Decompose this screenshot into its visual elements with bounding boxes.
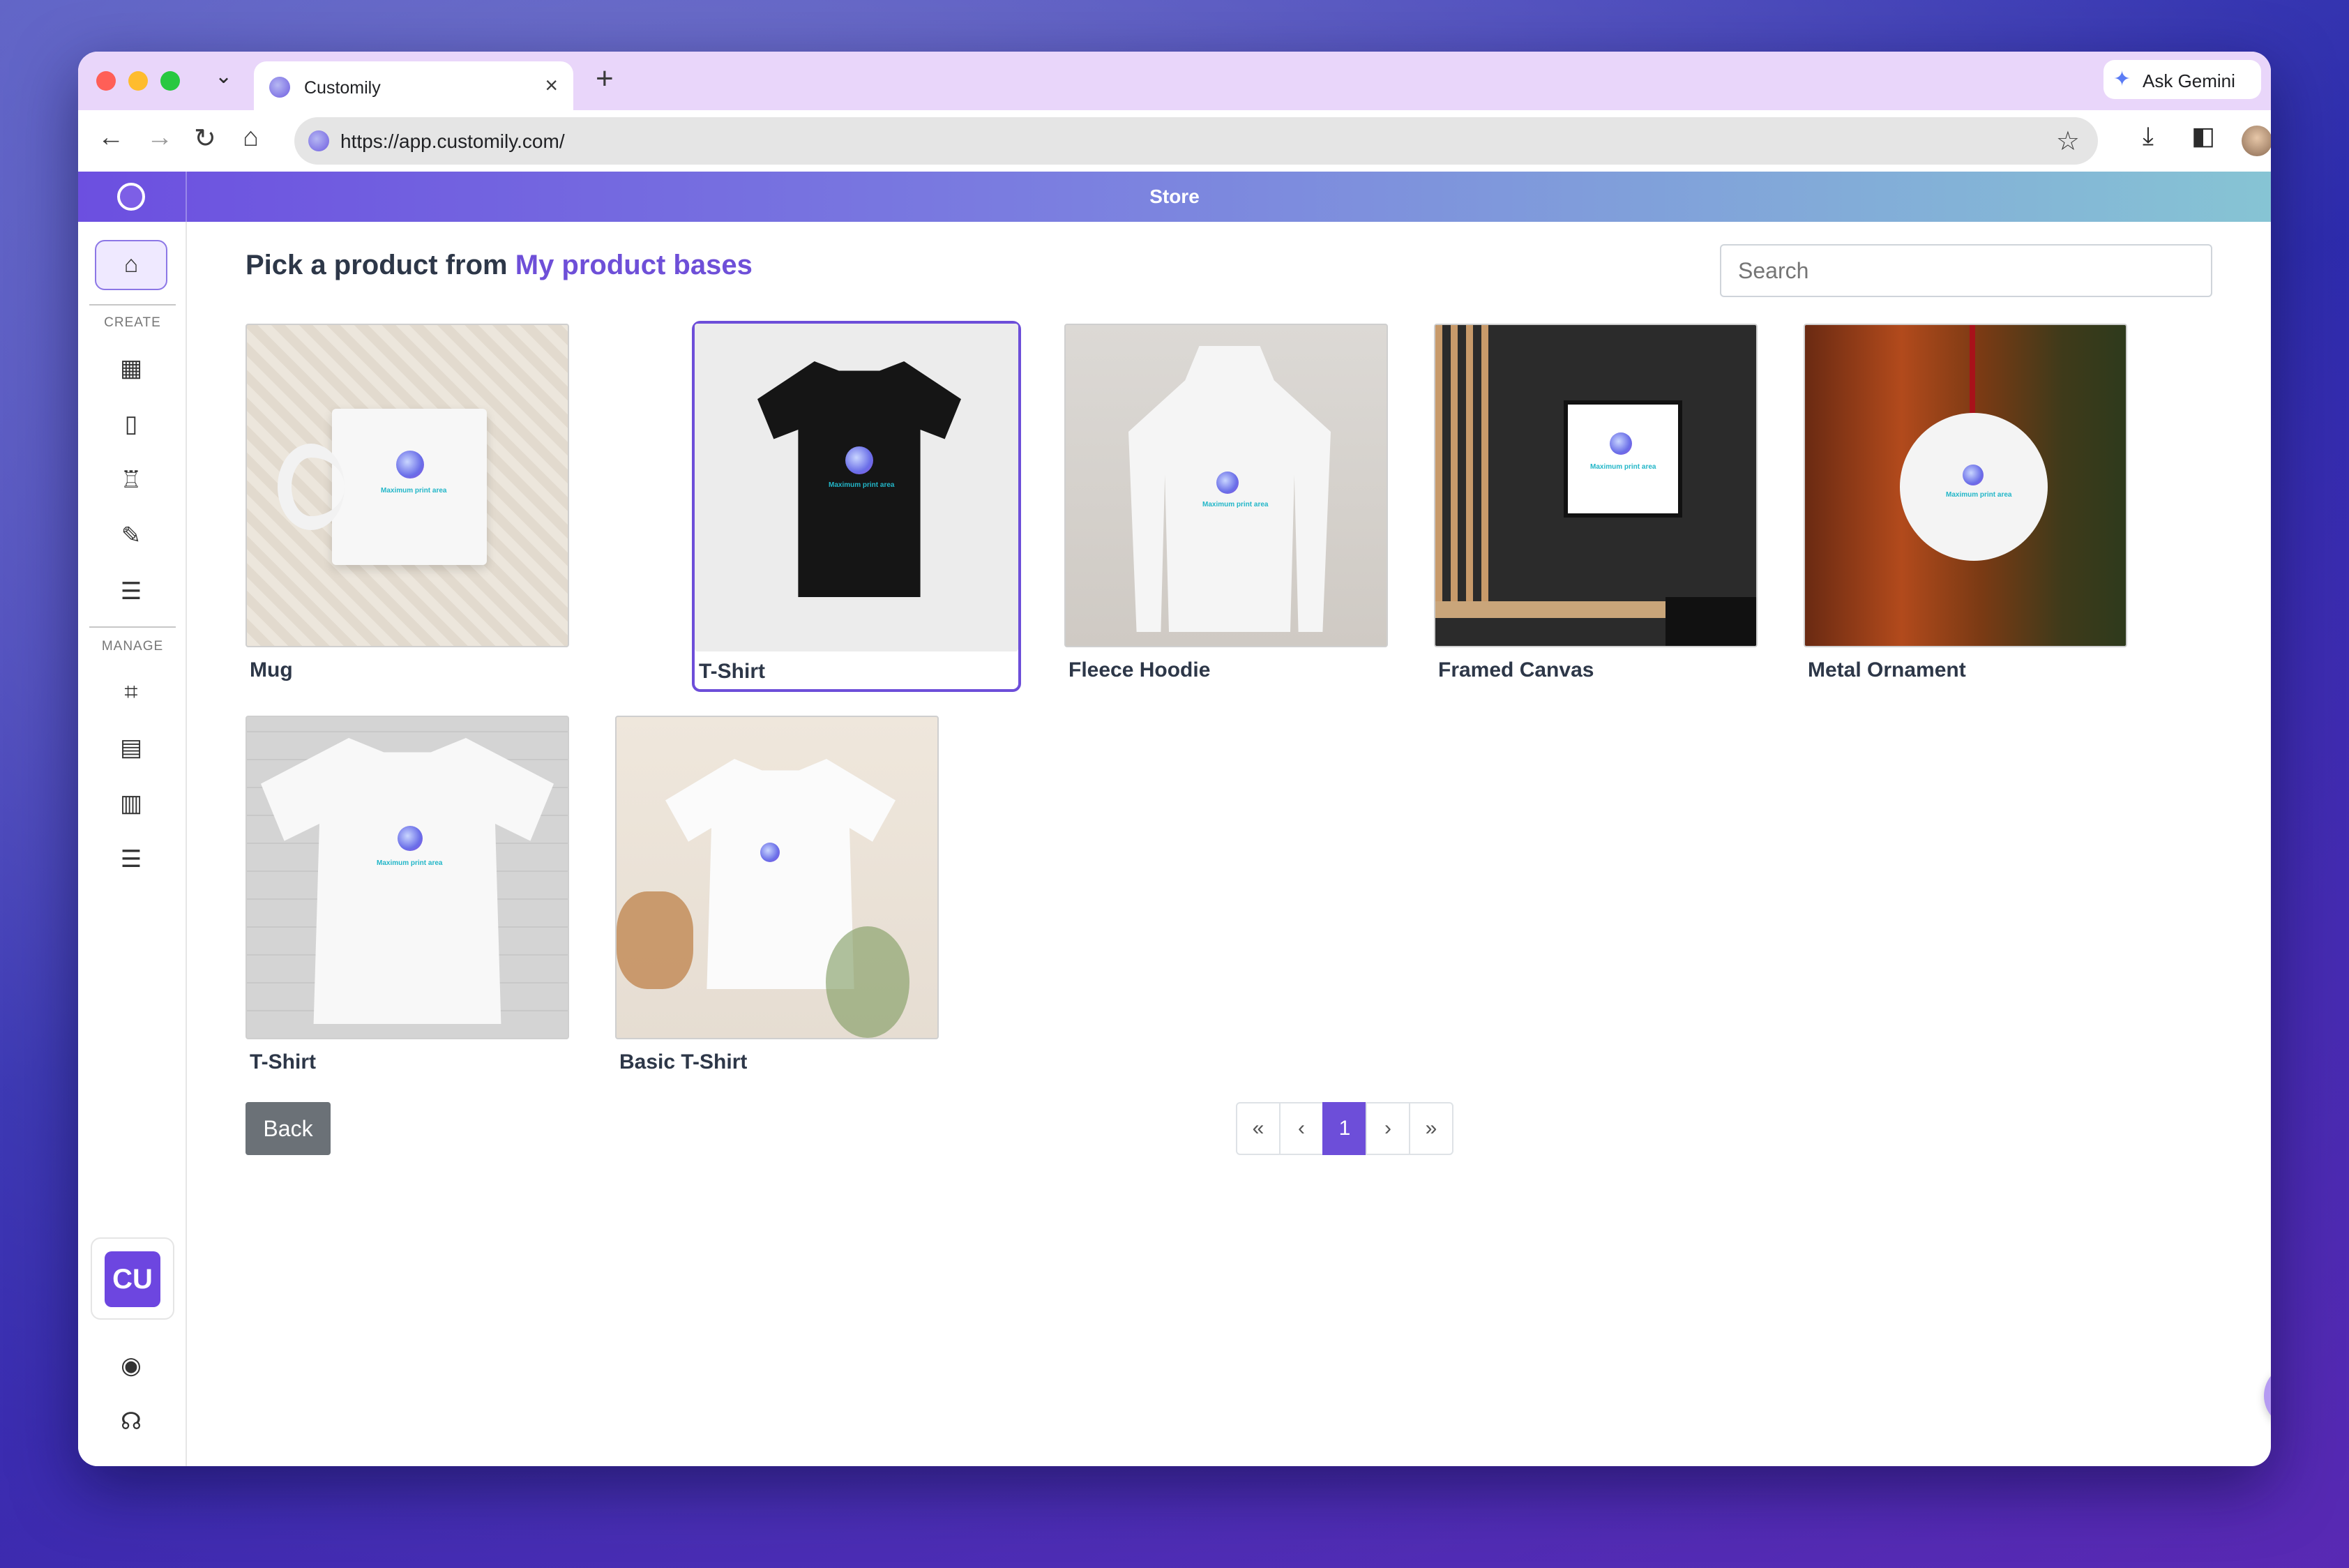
tab-close-icon[interactable]: ×: [545, 73, 558, 98]
home-icon[interactable]: ⌂: [243, 123, 259, 153]
site-info-icon[interactable]: [308, 130, 329, 151]
customily-app: Store ⌂ CREATE ▦ ▯ ♖ ✎ ☰ MANAGE ⌗ ▤ ▥ ☰ …: [78, 172, 2271, 1466]
next-page-button[interactable]: ›: [1366, 1102, 1410, 1155]
header-title: Store: [1149, 186, 1200, 207]
tags-icon[interactable]: ⌗: [95, 667, 167, 717]
print-area-logo-icon: [1216, 472, 1239, 494]
templates-icon[interactable]: ▦: [95, 343, 167, 393]
manage-section-label: MANAGE: [101, 639, 164, 654]
print-area-text: Maximum print area: [381, 487, 447, 495]
tab-customily[interactable]: Customily ×: [254, 61, 573, 110]
my-product-bases-link[interactable]: My product bases: [515, 250, 753, 280]
support-headset-icon[interactable]: ☊: [95, 1396, 167, 1447]
orders-icon[interactable]: ▤: [95, 723, 167, 773]
hoodie-image: Maximum print area: [1064, 324, 1388, 647]
back-button[interactable]: Back: [246, 1102, 331, 1155]
avatar: CU: [105, 1251, 160, 1307]
bookmark-star-icon[interactable]: ☆: [2056, 126, 2080, 157]
reload-icon[interactable]: ↻: [194, 123, 216, 154]
store-icon[interactable]: ▥: [95, 778, 167, 829]
address-bar[interactable]: https://app.customily.com/ ☆: [294, 117, 2098, 165]
close-window-button[interactable]: [96, 71, 116, 91]
manage-list-icon[interactable]: ☰: [95, 834, 167, 884]
previous-page-button[interactable]: ‹: [1279, 1102, 1324, 1155]
tshirt-icon[interactable]: ♖: [95, 455, 167, 505]
product-label: T-Shirt: [699, 660, 765, 683]
tab-title: Customily: [304, 78, 381, 98]
minimize-window-button[interactable]: [128, 71, 148, 91]
forward-arrow-icon[interactable]: →: [146, 123, 173, 153]
ask-gemini-label: Ask Gemini: [2143, 70, 2235, 91]
search-input[interactable]: [1720, 244, 2212, 297]
logout-icon[interactable]: [95, 1452, 167, 1466]
tab-search-chevron-icon[interactable]: ⌄: [215, 64, 232, 89]
product-label: Basic T-Shirt: [619, 1050, 748, 1073]
page-title: Pick a product from My product bases: [246, 250, 753, 281]
url-text: https://app.customily.com/: [340, 130, 565, 152]
product-card-metal-ornament[interactable]: Maximum print area Metal Ornament: [1801, 321, 2130, 692]
metal-ornament-image: Maximum print area: [1804, 324, 2127, 647]
user-profile-icon[interactable]: ◉: [95, 1341, 167, 1391]
profile-avatar[interactable]: [2242, 126, 2271, 156]
maximize-window-button[interactable]: [160, 71, 180, 91]
create-section-label: CREATE: [104, 315, 161, 330]
download-icon[interactable]: ⤓: [2143, 121, 2154, 151]
new-tab-button[interactable]: +: [596, 61, 614, 96]
product-label: Mug: [250, 658, 293, 681]
product-card-mug[interactable]: Maximum print area Mug: [243, 321, 572, 692]
print-area-text: Maximum print area: [377, 859, 443, 867]
print-area-logo-icon: [1610, 432, 1632, 455]
browser-toolbar: ← → ↻ ⌂ https://app.customily.com/ ☆ ⤓ ◧…: [78, 110, 2271, 172]
print-area-logo-icon: [1963, 465, 1984, 485]
basic-tshirt-image: [615, 716, 939, 1039]
product-card-framed-canvas[interactable]: Maximum print area Framed Canvas: [1431, 321, 1760, 692]
mug-image: Maximum print area: [246, 324, 569, 647]
product-label: Metal Ornament: [1808, 658, 1966, 681]
app-header: Store: [78, 172, 2271, 222]
home-nav-icon[interactable]: ⌂: [95, 240, 167, 290]
print-area-text: Maximum print area: [829, 481, 895, 489]
product-bases-icon[interactable]: ▯: [95, 399, 167, 449]
page-title-prefix: Pick a product from: [246, 250, 508, 280]
tab-strip: ⌄ Customily × + ✦ Ask Gemini: [78, 52, 2271, 110]
design-tools-icon[interactable]: ✎: [95, 511, 167, 561]
page-1-button[interactable]: 1: [1322, 1102, 1367, 1155]
print-area-logo-icon: [398, 826, 423, 851]
chat-support-button[interactable]: ≡: [2264, 1364, 2271, 1427]
first-page-button[interactable]: «: [1236, 1102, 1281, 1155]
framed-canvas-image: Maximum print area: [1434, 324, 1758, 647]
account-switcher[interactable]: CU: [91, 1237, 174, 1320]
create-list-icon[interactable]: ☰: [95, 566, 167, 617]
product-label: Fleece Hoodie: [1068, 658, 1211, 681]
product-card-fleece-hoodie[interactable]: Maximum print area Fleece Hoodie: [1062, 321, 1391, 692]
product-label: Framed Canvas: [1438, 658, 1594, 681]
product-label: T-Shirt: [250, 1050, 316, 1073]
last-page-button[interactable]: »: [1409, 1102, 1453, 1155]
side-panel-icon[interactable]: ◧: [2191, 121, 2215, 151]
sidebar-divider: [89, 304, 176, 306]
back-arrow-icon[interactable]: ←: [98, 123, 124, 153]
print-area-logo-icon: [760, 843, 780, 862]
browser-window: ⌄ Customily × + ✦ Ask Gemini ← → ↻ ⌂ htt…: [78, 52, 2271, 1466]
print-area-logo-icon: [845, 446, 873, 474]
sidebar: ⌂ CREATE ▦ ▯ ♖ ✎ ☰ MANAGE ⌗ ▤ ▥ ☰ CU ◉ ☊: [78, 222, 187, 1466]
ask-gemini-button[interactable]: ✦ Ask Gemini: [2103, 60, 2261, 99]
customily-favicon-icon: [269, 77, 290, 98]
print-area-logo-icon: [396, 451, 424, 478]
print-area-text: Maximum print area: [1946, 491, 2012, 499]
sidebar-divider: [89, 626, 176, 628]
tshirt-image: Maximum print area: [695, 324, 1018, 651]
product-card-basic-tshirt[interactable]: Basic T-Shirt: [612, 713, 942, 1084]
product-card-tshirt[interactable]: Maximum print area T-Shirt: [692, 321, 1021, 692]
print-area-text: Maximum print area: [1202, 501, 1269, 508]
print-area-text: Maximum print area: [1590, 463, 1656, 471]
white-tshirt-image: Maximum print area: [246, 716, 569, 1039]
product-card-tshirt-white[interactable]: Maximum print area T-Shirt: [243, 713, 572, 1084]
gemini-sparkle-icon: ✦: [2113, 68, 2131, 91]
pagination: « ‹ 1 › »: [1236, 1102, 1453, 1155]
main-content: Pick a product from My product bases Max…: [187, 222, 2271, 1466]
